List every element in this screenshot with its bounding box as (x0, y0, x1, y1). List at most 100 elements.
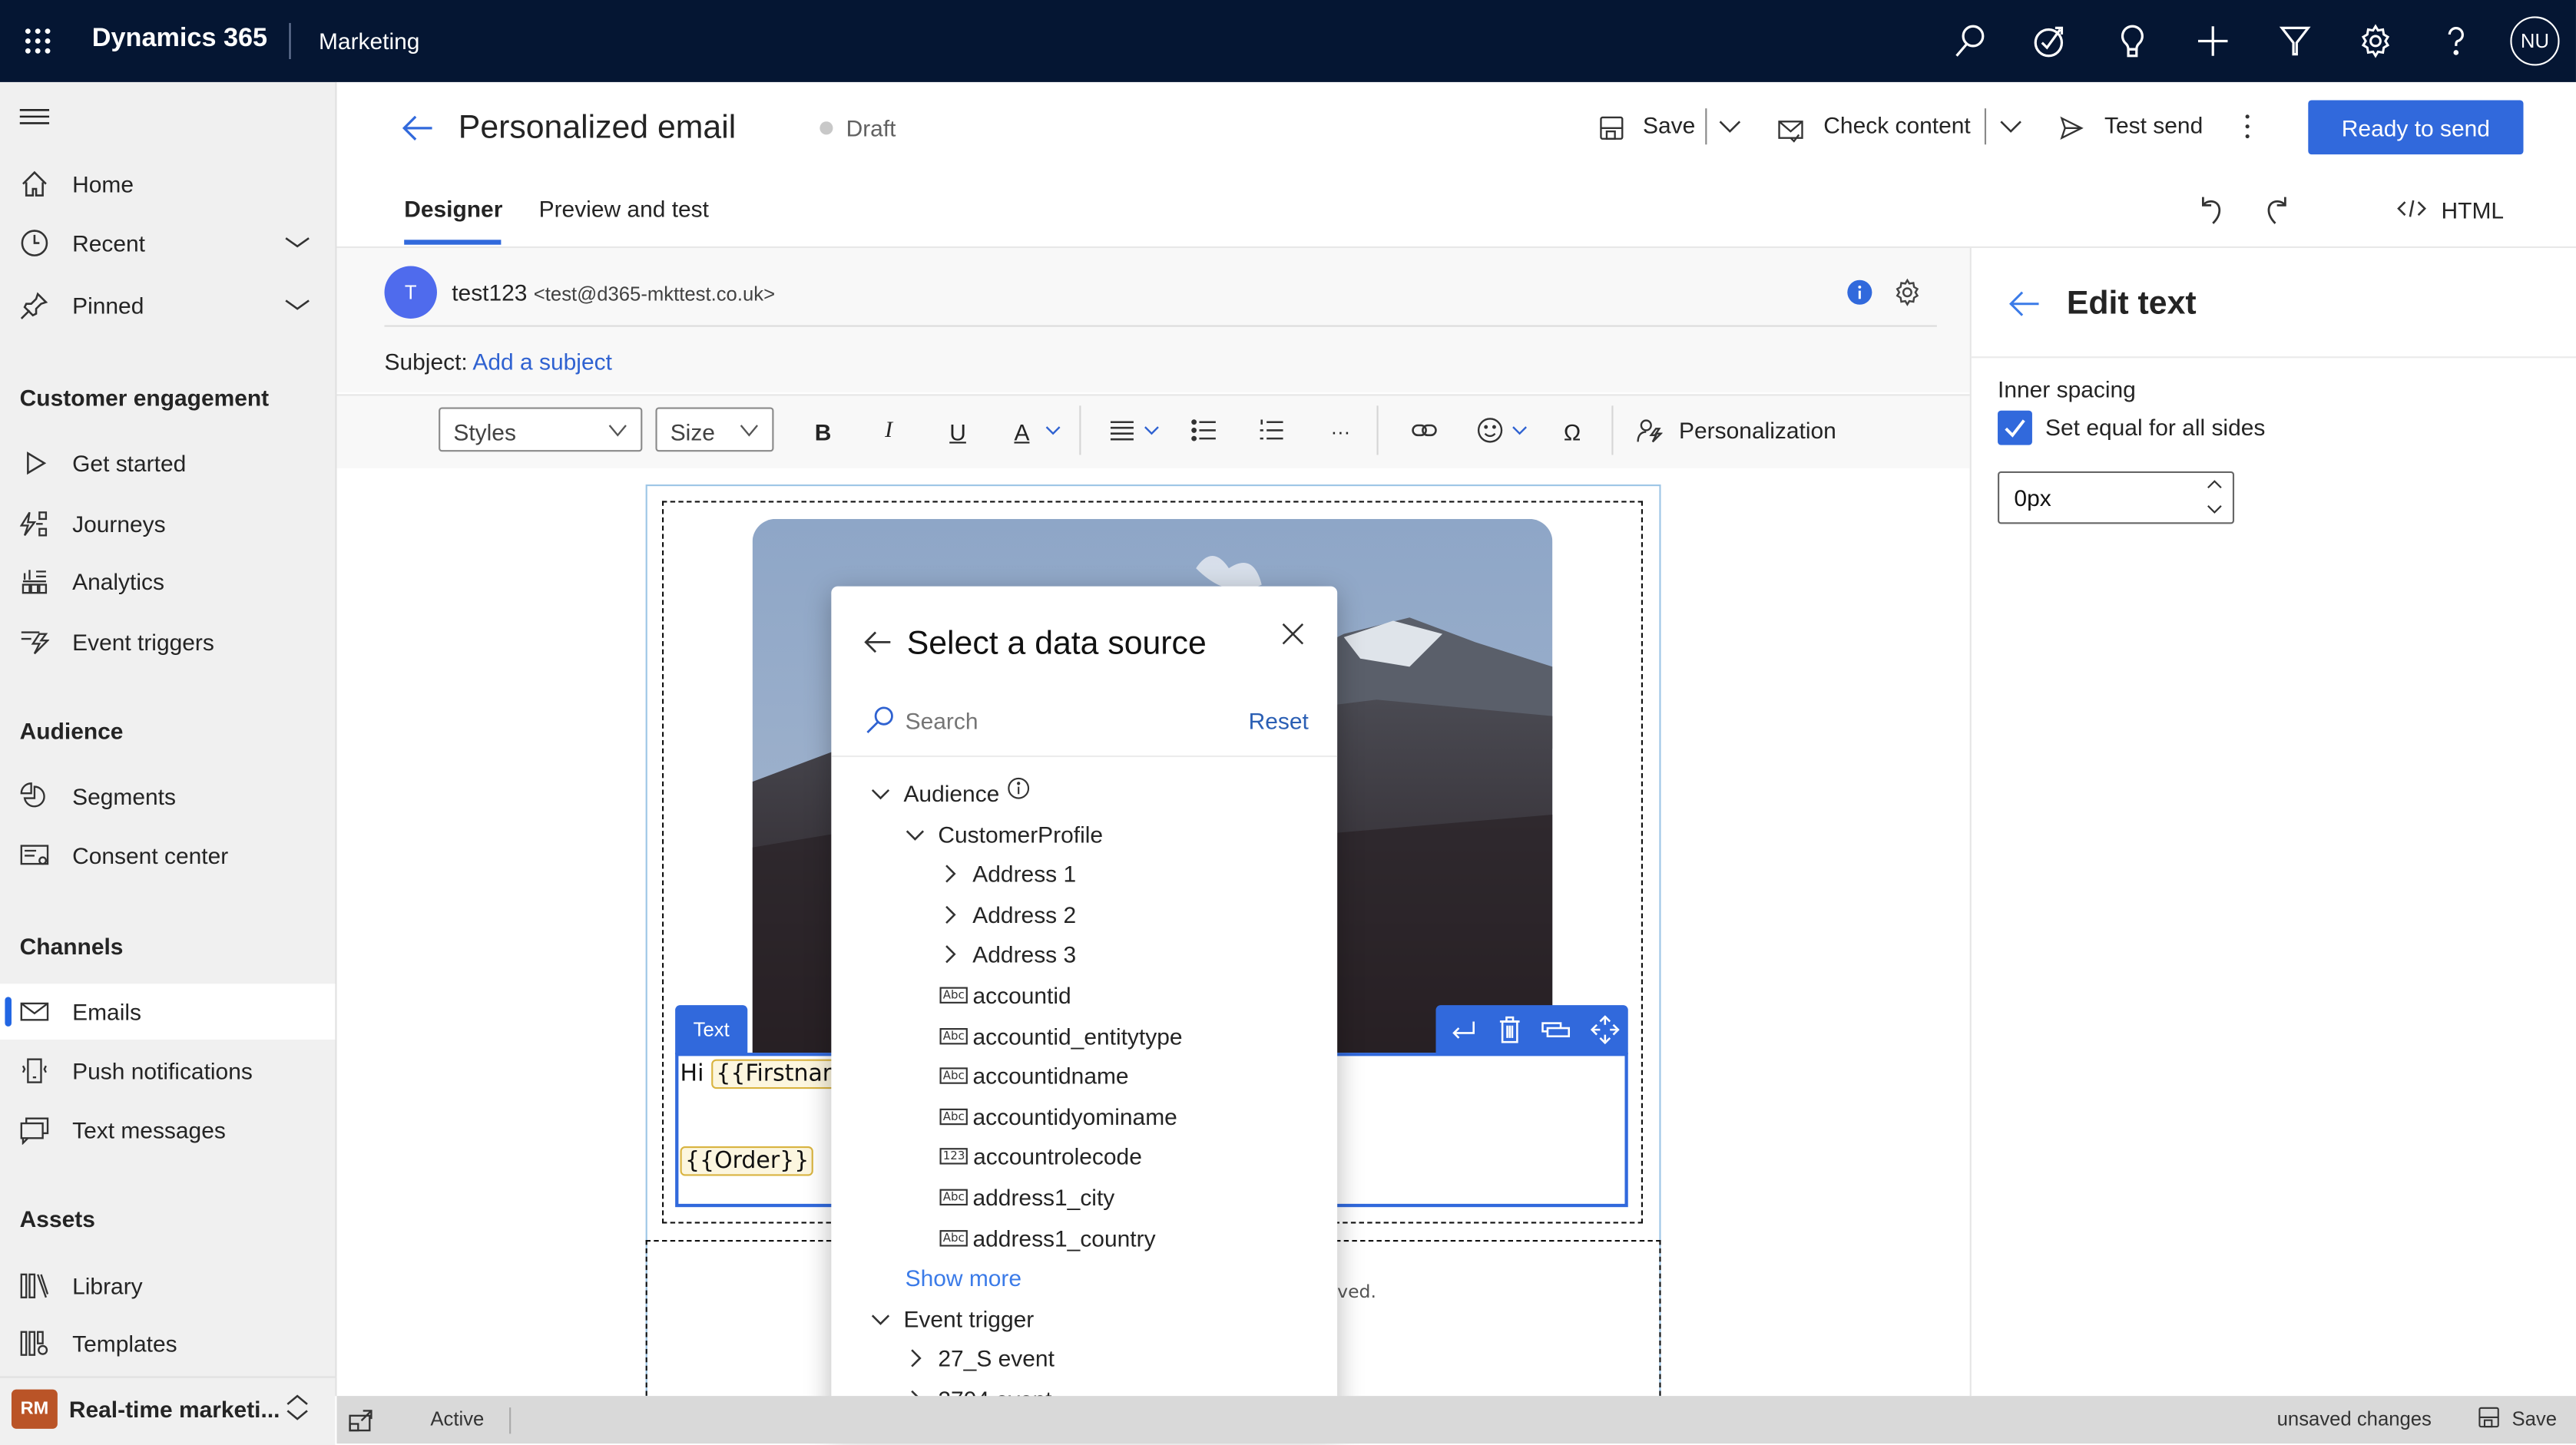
font-color-chevron-icon[interactable] (1045, 424, 1061, 437)
info-icon[interactable] (1008, 777, 1038, 800)
save-button[interactable]: Save (1643, 111, 1695, 137)
email-settings-gear-icon[interactable] (1892, 277, 1922, 307)
sidebar-item-text-messages[interactable]: Text messages (0, 1102, 335, 1158)
check-content-icon[interactable] (1777, 117, 1803, 143)
test-send-button[interactable]: Test send (2104, 111, 2203, 137)
size-dropdown[interactable]: Size (655, 407, 774, 452)
move-icon[interactable] (1590, 1015, 1621, 1045)
task-icon[interactable] (2032, 23, 2068, 59)
set-equal-checkbox[interactable] (1998, 410, 2032, 445)
chevron-right-icon[interactable] (940, 904, 966, 924)
sidebar-item-home[interactable]: Home (0, 156, 335, 212)
back-arrow-icon[interactable] (401, 114, 434, 144)
brand-name[interactable]: Dynamics 365 (92, 25, 267, 55)
check-content-dropdown-chevron-icon[interactable] (1998, 115, 2024, 138)
sidebar-item-segments[interactable]: Segments (0, 769, 335, 825)
show-more-link[interactable]: Show more (906, 1260, 1021, 1296)
user-avatar[interactable]: NU (2510, 16, 2560, 66)
tree-item[interactable]: 27_S event (906, 1341, 1055, 1377)
tree-item[interactable]: Abc accountidyominame (939, 1099, 1177, 1135)
bulleted-list-icon[interactable] (1191, 418, 1217, 441)
chevron-down-icon[interactable] (906, 824, 932, 844)
text-block-content[interactable]: Hi {{Firstnar (680, 1059, 837, 1090)
emoji-icon[interactable] (1477, 417, 1503, 443)
emoji-chevron-icon[interactable] (1511, 424, 1528, 437)
chevron-down-icon[interactable] (871, 783, 897, 803)
info-icon[interactable] (1846, 279, 1872, 306)
plus-icon[interactable] (2195, 23, 2231, 59)
check-content-button[interactable]: Check content (1823, 111, 1970, 137)
personalization-button[interactable]: Personalization (1679, 417, 1836, 443)
sidebar-item-templates[interactable]: Templates (0, 1315, 335, 1371)
ready-to-send-button[interactable]: Ready to send (2308, 100, 2524, 155)
tree-item[interactable]: Abc accountid (939, 977, 1071, 1013)
align-icon[interactable] (1109, 418, 1135, 441)
decrement-icon[interactable] (2207, 503, 2223, 516)
spacing-spinner[interactable] (1998, 471, 2235, 524)
send-icon[interactable] (2058, 115, 2084, 141)
statusbar-save-button[interactable]: Save (2512, 1407, 2558, 1430)
app-launcher-icon[interactable] (23, 26, 53, 56)
tree-item[interactable]: Abc accountid_entitytype (939, 1017, 1183, 1053)
html-button[interactable]: HTML (2442, 197, 2505, 223)
save-dropdown-chevron-icon[interactable] (1717, 115, 1743, 138)
personalization-icon[interactable] (1636, 417, 1663, 443)
chevron-down-icon[interactable] (871, 1308, 897, 1328)
duplicate-icon[interactable] (1541, 1015, 1571, 1045)
styles-dropdown[interactable]: Styles (439, 407, 643, 452)
code-icon[interactable] (2397, 197, 2427, 220)
sidebar-item-emails[interactable]: Emails (0, 984, 336, 1040)
sidebar-item-consent-center[interactable]: Consent center (0, 828, 335, 884)
add-subject-link[interactable]: Add a subject (472, 348, 611, 374)
tree-item[interactable]: Audience (871, 775, 1038, 812)
chevron-right-icon[interactable] (940, 945, 966, 965)
increment-icon[interactable] (2207, 478, 2223, 491)
hamburger-menu-icon[interactable] (19, 105, 50, 128)
sender[interactable]: test123 <test@d365-mkttest.co.uk> (452, 279, 775, 306)
sidebar-item-recent[interactable]: Recent (0, 215, 335, 271)
numbered-list-icon[interactable] (1258, 418, 1284, 441)
open-in-new-window-icon[interactable] (348, 1409, 374, 1432)
back-arrow-icon[interactable] (2008, 289, 2041, 319)
tree-item[interactable]: Address 3 (940, 937, 1076, 973)
tree-item[interactable]: CustomerProfile (906, 815, 1103, 851)
sidebar-item-journeys[interactable]: Journeys (0, 496, 335, 552)
search-icon[interactable] (1952, 23, 1988, 59)
gear-icon[interactable] (2357, 23, 2393, 59)
save-icon[interactable] (2478, 1406, 2501, 1429)
tree-item[interactable]: 123 accountrolecode (939, 1139, 1142, 1175)
lightbulb-icon[interactable] (2114, 23, 2151, 59)
app-name[interactable]: Marketing (319, 28, 419, 54)
more-options-icon[interactable] (2241, 111, 2254, 141)
special-character-button[interactable]: Ω (1558, 417, 1588, 447)
undo-icon[interactable] (2197, 192, 2227, 225)
area-label[interactable]: Real-time marketi... (69, 1396, 280, 1422)
underline-button[interactable]: U (943, 417, 973, 447)
filter-icon[interactable] (2277, 23, 2313, 59)
back-arrow-icon[interactable] (863, 629, 892, 655)
save-icon[interactable] (1598, 115, 1624, 141)
set-equal-label[interactable]: Set equal for all sides (2045, 414, 2265, 440)
search-input[interactable] (905, 707, 1217, 735)
sidebar-item-get-started[interactable]: Get started (0, 435, 335, 491)
close-icon[interactable] (1281, 623, 1304, 646)
tree-item[interactable]: Event trigger (871, 1301, 1034, 1337)
chevron-down-icon[interactable] (283, 228, 313, 258)
italic-button[interactable]: I (874, 417, 904, 447)
help-icon[interactable] (2438, 23, 2474, 59)
sidebar-item-library[interactable]: Library (0, 1258, 335, 1314)
sidebar-item-push-notifications[interactable]: Push notifications (0, 1043, 335, 1099)
more-formatting-button[interactable]: ··· (1326, 417, 1356, 447)
select-parent-icon[interactable] (1449, 1015, 1479, 1045)
redo-icon[interactable] (2262, 192, 2292, 225)
spacing-input[interactable] (2014, 484, 2179, 511)
tab-designer[interactable]: Designer (404, 196, 502, 222)
tree-item[interactable]: Abc address1_country (939, 1219, 1156, 1255)
link-icon[interactable] (1411, 418, 1437, 441)
chevron-right-icon[interactable] (906, 1349, 932, 1369)
tree-item[interactable]: Address 2 (940, 896, 1076, 932)
sidebar-item-event-triggers[interactable]: Event triggers (0, 614, 335, 670)
personalization-token-firstname[interactable]: {{Firstnar (710, 1059, 837, 1090)
chevron-updown-icon[interactable] (284, 1393, 310, 1423)
tree-item[interactable]: Abc address1_city (939, 1179, 1114, 1215)
